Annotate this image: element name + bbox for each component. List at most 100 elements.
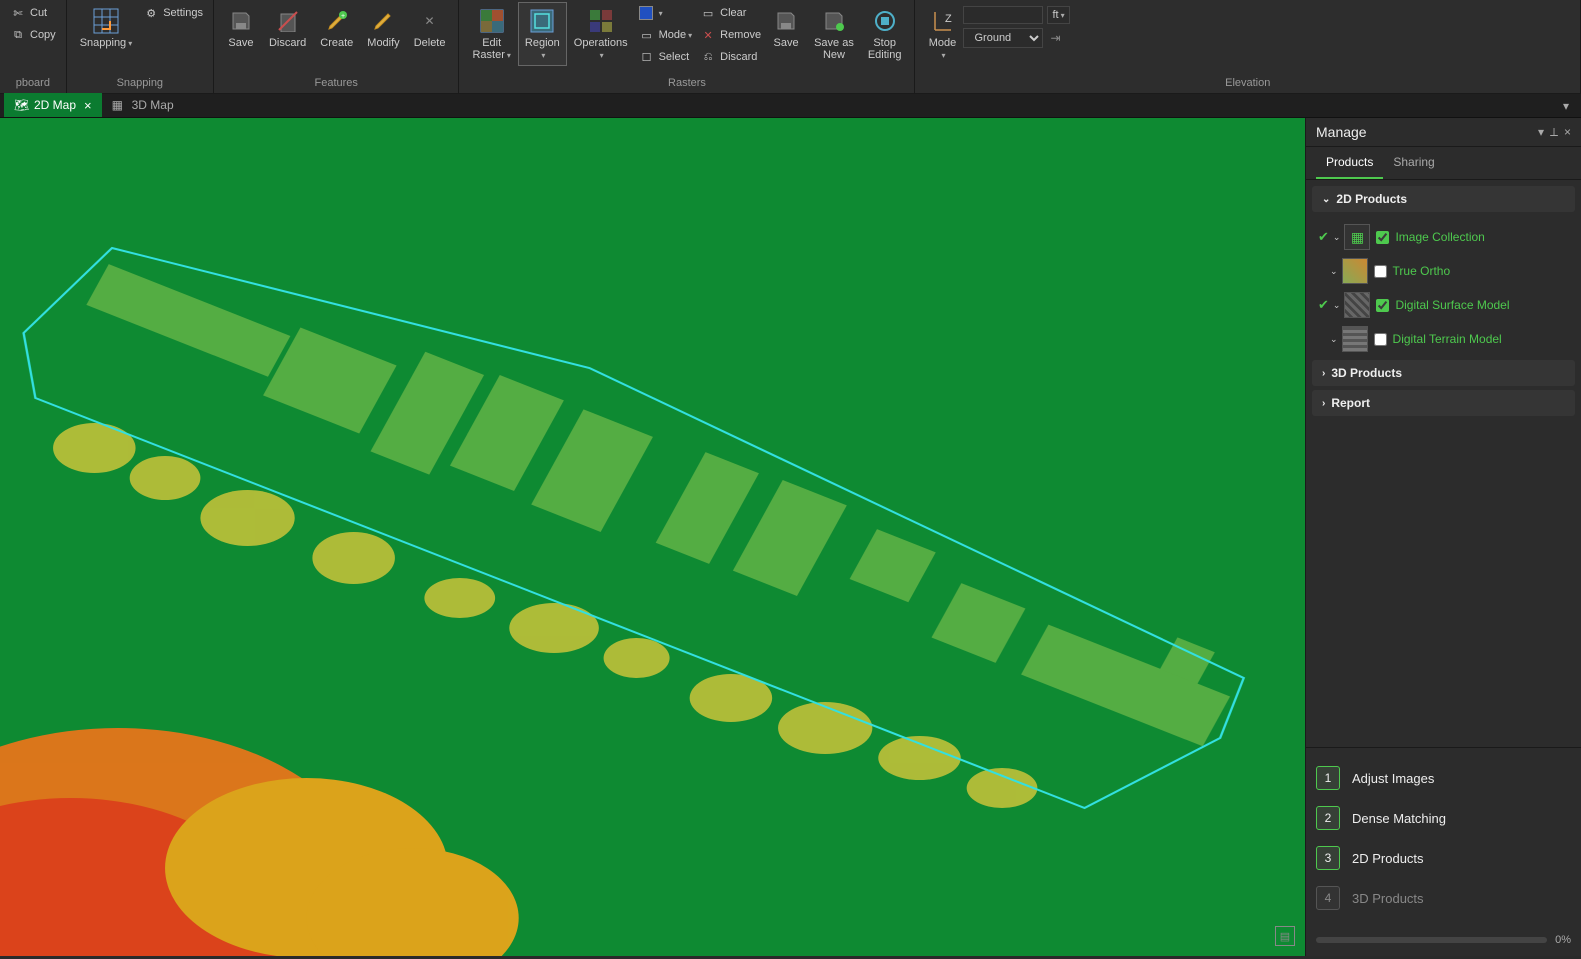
- cube-icon: ▦: [112, 98, 126, 112]
- elev-ground-select[interactable]: Ground: [963, 28, 1043, 48]
- panel-tabs: Products Sharing: [1306, 147, 1581, 180]
- save-new-icon: [820, 7, 848, 35]
- remove-icon: ✕: [700, 27, 716, 43]
- chevron-right-icon: ›: [1322, 368, 1325, 379]
- pin-icon[interactable]: ⟂: [1550, 125, 1558, 140]
- stop-editing-button[interactable]: Stop Editing: [861, 2, 909, 66]
- pencil-add-icon: +: [323, 7, 351, 35]
- tree-item-true-ortho[interactable]: ⌄ True Ortho: [1312, 254, 1575, 288]
- tab-2d-map[interactable]: 🗺 2D Map ×: [4, 93, 102, 117]
- z-axis-icon: Z: [928, 7, 956, 35]
- ops-icon: [587, 7, 615, 35]
- elev-mode-button[interactable]: ZMode▾: [921, 2, 963, 66]
- group-label: Features: [220, 75, 453, 91]
- select-button[interactable]: ☐Select: [635, 46, 697, 68]
- dtm-icon: [1342, 326, 1368, 352]
- map-content: [0, 118, 1305, 956]
- visibility-checkbox[interactable]: [1376, 231, 1389, 244]
- section-3d-products[interactable]: ›3D Products: [1312, 360, 1575, 386]
- operations-button[interactable]: Operations▾: [567, 2, 635, 66]
- section-report[interactable]: ›Report: [1312, 390, 1575, 416]
- features-discard-button[interactable]: Discard: [262, 2, 313, 54]
- raster-mode-button[interactable]: ▭Mode▾: [635, 24, 697, 46]
- step-adjust-images[interactable]: 1Adjust Images: [1316, 758, 1571, 798]
- group-clipboard: ✄Cut ⧉Copy pboard: [0, 0, 67, 93]
- visibility-checkbox[interactable]: [1374, 333, 1387, 346]
- remove-button[interactable]: ✕Remove: [696, 24, 765, 46]
- save-as-new-button[interactable]: Save as New: [807, 2, 861, 66]
- progress-row: 0%: [1306, 928, 1581, 956]
- group-label: Elevation: [921, 75, 1574, 91]
- ortho-icon: [1342, 258, 1368, 284]
- save-icon: [227, 7, 255, 35]
- map-canvas[interactable]: ▤: [0, 118, 1305, 956]
- chevron-down-icon: ⌄: [1330, 266, 1338, 277]
- map-icon: 🗺: [14, 98, 28, 112]
- group-rasters: Edit Raster▾ Region▾ Operations▾ ▾ ▭Mode…: [459, 0, 915, 93]
- clear-button[interactable]: ▭Clear: [696, 2, 765, 24]
- gear-icon: ⚙: [143, 5, 159, 21]
- edit-raster-button[interactable]: Edit Raster▾: [465, 2, 517, 66]
- features-save-button[interactable]: Save: [220, 2, 262, 54]
- workspace: ▤ Manage ▾ ⟂ × Products Sharing ⌄2D Prod…: [0, 118, 1581, 956]
- delete-icon: ✕: [416, 7, 444, 35]
- copy-icon: ⧉: [10, 27, 26, 43]
- raster-discard-button[interactable]: ⎌Discard: [696, 46, 765, 68]
- chevron-down-icon: ⌄: [1322, 194, 1330, 205]
- delete-button[interactable]: ✕Delete: [407, 2, 453, 54]
- workflow-steps: 1Adjust Images 2Dense Matching 32D Produ…: [1306, 747, 1581, 928]
- color-swatch-button[interactable]: ▾: [635, 2, 697, 24]
- mode-icon: ▭: [639, 27, 655, 43]
- modify-button[interactable]: Modify: [360, 2, 406, 54]
- step-dense-matching[interactable]: 2Dense Matching: [1316, 798, 1571, 838]
- color-icon: [639, 6, 653, 20]
- chevron-right-icon: ›: [1322, 398, 1325, 409]
- check-icon: ✔: [1318, 229, 1329, 245]
- manage-panel: Manage ▾ ⟂ × Products Sharing ⌄2D Produc…: [1305, 118, 1581, 956]
- raster-save-button[interactable]: Save: [765, 2, 807, 54]
- group-label: Rasters: [465, 75, 908, 91]
- elev-unit-label[interactable]: ft▾: [1047, 6, 1069, 24]
- region-icon: [528, 7, 556, 35]
- elev-value-input[interactable]: [963, 6, 1043, 24]
- visibility-checkbox[interactable]: [1374, 265, 1387, 278]
- cut-button[interactable]: ✄Cut: [6, 2, 60, 24]
- dsm-icon: [1344, 292, 1370, 318]
- group-snapping: Snapping▾ ⚙Settings Snapping: [67, 0, 214, 93]
- tree-item-image-collection[interactable]: ✔⌄ ▦ Image Collection: [1312, 220, 1575, 254]
- tab-products[interactable]: Products: [1316, 147, 1383, 179]
- tabbar-menu[interactable]: ▾: [1555, 95, 1577, 117]
- create-button[interactable]: +Create: [313, 2, 360, 54]
- copy-button[interactable]: ⧉Copy: [6, 24, 60, 46]
- panel-menu-icon[interactable]: ▾: [1538, 125, 1544, 139]
- map-toolbox-icon[interactable]: ▤: [1275, 926, 1295, 946]
- visibility-checkbox[interactable]: [1376, 299, 1389, 312]
- step-3d-products[interactable]: 43D Products: [1316, 878, 1571, 918]
- tree-item-dsm[interactable]: ✔⌄ Digital Surface Model: [1312, 288, 1575, 322]
- progress-value: 0%: [1555, 934, 1571, 946]
- tree-item-dtm[interactable]: ⌄ Digital Terrain Model: [1312, 322, 1575, 356]
- apply-icon[interactable]: ⇥: [1047, 31, 1063, 45]
- section-2d-products[interactable]: ⌄2D Products: [1312, 186, 1575, 212]
- panel-header: Manage ▾ ⟂ ×: [1306, 118, 1581, 147]
- tab-sharing[interactable]: Sharing: [1383, 147, 1444, 179]
- check-icon: ✔: [1318, 297, 1329, 313]
- close-icon[interactable]: ×: [84, 98, 92, 113]
- tab-3d-map[interactable]: ▦ 3D Map: [102, 93, 184, 117]
- discard-icon: [274, 7, 302, 35]
- close-icon[interactable]: ×: [1564, 125, 1571, 139]
- save-icon: [772, 7, 800, 35]
- step-2d-products[interactable]: 32D Products: [1316, 838, 1571, 878]
- stop-icon: [871, 7, 899, 35]
- settings-button[interactable]: ⚙Settings: [139, 2, 207, 24]
- group-label: pboard: [6, 75, 60, 91]
- chevron-down-icon: ⌄: [1330, 334, 1338, 345]
- group-label: Snapping: [73, 75, 207, 91]
- region-button[interactable]: Region▾: [518, 2, 567, 66]
- chevron-down-icon: ⌄: [1333, 232, 1341, 243]
- raster-icon: [478, 7, 506, 35]
- chevron-down-icon: ⌄: [1333, 300, 1341, 311]
- discard-icon: ⎌: [700, 49, 716, 65]
- snapping-button[interactable]: Snapping▾: [73, 2, 140, 54]
- progress-bar: [1316, 937, 1547, 943]
